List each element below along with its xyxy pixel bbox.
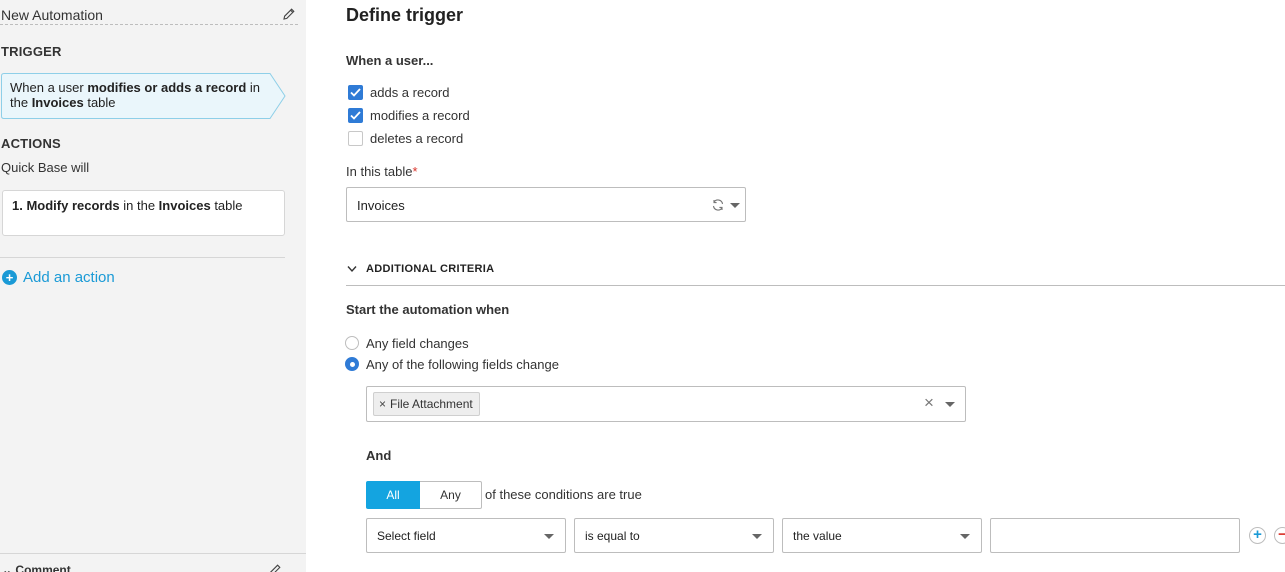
fields-multiselect[interactable]: × File Attachment × [366, 386, 966, 422]
condition-compare-value: the value [793, 529, 842, 543]
actions-heading: ACTIONS [1, 136, 61, 151]
chevron-down-icon[interactable] [347, 265, 357, 273]
automation-title[interactable]: New Automation [1, 7, 103, 23]
required-mark: * [412, 164, 418, 179]
radio-selected-icon[interactable] [345, 357, 359, 371]
caret-down-icon [945, 402, 955, 407]
match-any-button[interactable]: Any [420, 481, 482, 509]
checkbox-deletes-record[interactable]: deletes a record [348, 130, 463, 146]
when-user-label: When a user... [346, 53, 434, 68]
checkbox-label: modifies a record [370, 107, 470, 123]
criteria-divider [346, 285, 1285, 286]
condition-operator-select[interactable]: is equal to [574, 518, 774, 553]
action-card-1[interactable]: 1. Modify records in the Invoices table [2, 190, 285, 236]
field-tag-label: File Attachment [390, 397, 473, 411]
checkbox-modifies-record[interactable]: modifies a record [348, 107, 470, 123]
page-title: Define trigger [346, 5, 464, 25]
action-summary: 1. Modify records in the Invoices table [12, 198, 243, 213]
conditions-text: of these conditions are true [485, 487, 642, 502]
checkbox-label: adds a record [370, 84, 450, 100]
additional-criteria-toggle[interactable]: ADDITIONAL CRITERIA [366, 263, 494, 275]
checkbox-unchecked-icon[interactable] [348, 130, 363, 146]
add-action-button[interactable]: + Add an action [2, 268, 115, 286]
checkbox-checked-icon[interactable] [348, 84, 363, 100]
remove-condition-button[interactable]: − [1274, 527, 1285, 544]
remove-tag-icon[interactable]: × [379, 397, 386, 411]
chevron-down-icon: ⌄ [2, 563, 13, 572]
caret-down-icon [960, 534, 970, 539]
caret-down-icon [730, 203, 740, 208]
condition-operator-value: is equal to [585, 529, 640, 543]
match-all-button[interactable]: All [366, 481, 420, 509]
pencil-icon[interactable] [268, 563, 282, 572]
sidebar-divider [0, 257, 285, 258]
radio-label: Any field changes [366, 335, 469, 351]
checkbox-adds-record[interactable]: adds a record [348, 84, 450, 100]
caret-down-icon [752, 534, 762, 539]
condition-field-select[interactable]: Select field [366, 518, 566, 553]
add-condition-button[interactable]: + [1249, 527, 1266, 544]
trigger-heading: TRIGGER [1, 44, 62, 59]
condition-compare-select[interactable]: the value [782, 518, 982, 553]
and-label: And [366, 448, 392, 463]
pencil-icon[interactable] [282, 7, 296, 21]
condition-value-input[interactable] [990, 518, 1240, 553]
checkbox-checked-icon[interactable] [348, 107, 363, 123]
field-tag[interactable]: × File Attachment [373, 392, 480, 416]
checkbox-label: deletes a record [370, 130, 464, 146]
start-when-label: Start the automation when [346, 302, 510, 317]
radio-following-fields-change[interactable]: Any of the following fields change [345, 356, 559, 372]
radio-unselected-icon[interactable] [345, 336, 359, 350]
plus-circle-icon: + [2, 269, 17, 285]
comment-label: Comment [15, 563, 71, 572]
sidebar-bottom-divider [0, 553, 306, 554]
sidebar: New Automation TRIGGER When a user modif… [0, 0, 306, 572]
table-select[interactable]: Invoices [346, 187, 746, 222]
trigger-card[interactable]: When a user modifies or adds a record in… [1, 73, 286, 119]
add-action-label: Add an action [23, 268, 115, 286]
trigger-summary: When a user modifies or adds a record in… [10, 80, 260, 110]
clear-icon[interactable]: × [924, 394, 934, 412]
condition-field-value: Select field [377, 529, 436, 543]
match-toggle: All Any [366, 481, 482, 509]
radio-any-field-changes[interactable]: Any field changes [345, 335, 469, 351]
refresh-icon[interactable] [711, 198, 725, 212]
comment-section[interactable]: ⌄ Comment [2, 563, 71, 572]
table-label: In this table* [346, 164, 418, 179]
radio-label: Any of the following fields change [366, 356, 559, 372]
table-select-value: Invoices [357, 198, 405, 213]
caret-down-icon [544, 534, 554, 539]
quick-base-will-label: Quick Base will [1, 160, 90, 175]
automation-title-row[interactable]: New Automation [0, 5, 298, 25]
